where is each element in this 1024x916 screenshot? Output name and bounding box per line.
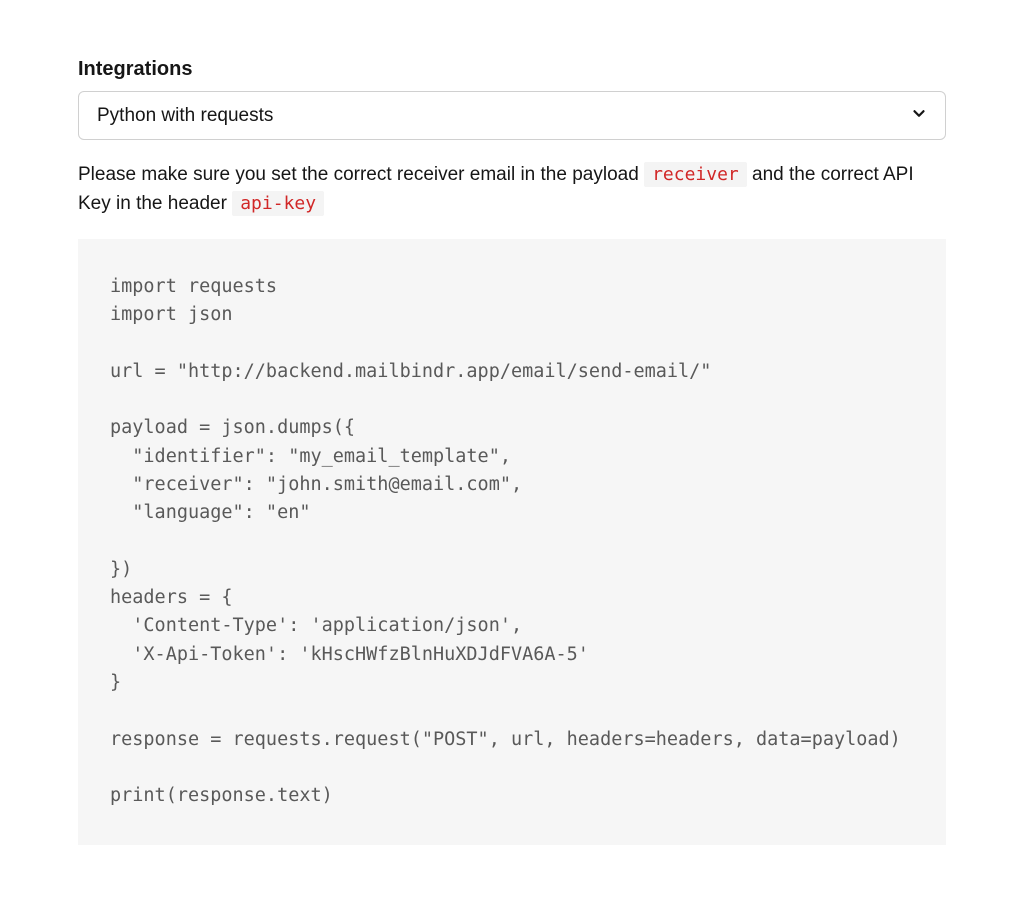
inline-code-receiver: receiver xyxy=(644,162,747,187)
integration-dropdown[interactable]: Python with requests xyxy=(78,91,946,140)
description-text: Please make sure you set the correct rec… xyxy=(78,160,946,219)
code-block: import requests import json url = "http:… xyxy=(78,239,946,845)
inline-code-apikey: api-key xyxy=(232,191,324,216)
section-title: Integrations xyxy=(78,58,946,81)
integration-dropdown-wrap: Python with requests xyxy=(78,91,946,140)
code-content: import requests import json url = "http:… xyxy=(110,273,914,811)
description-part1: Please make sure you set the correct rec… xyxy=(78,164,644,185)
